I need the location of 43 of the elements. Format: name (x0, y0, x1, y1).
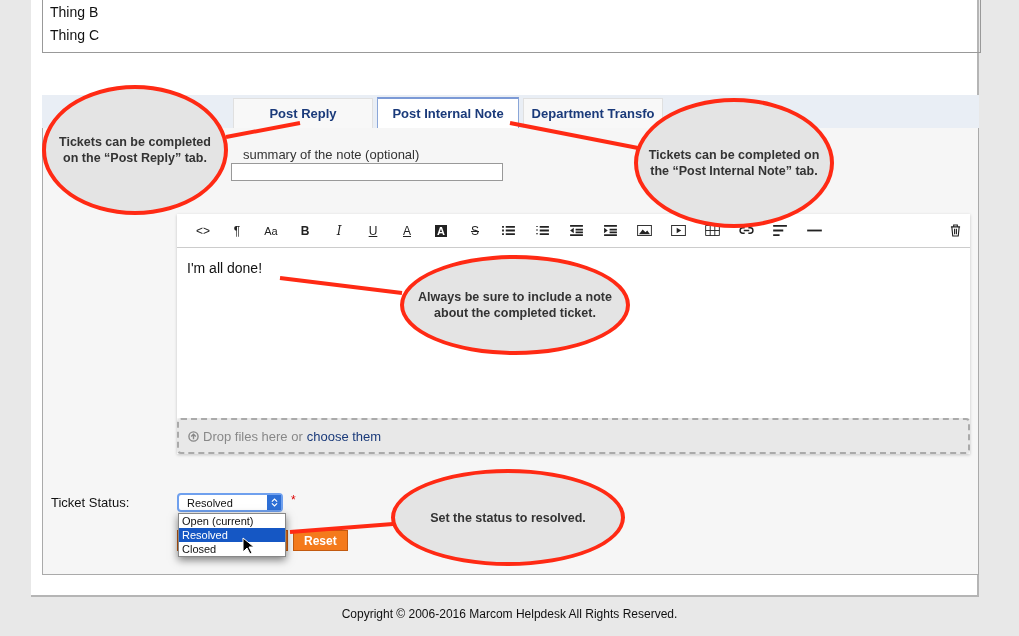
callout-text: Tickets can be completed on the “Post Internal Note” tab. (647, 147, 821, 179)
indent-icon[interactable] (603, 225, 618, 236)
copyright-text: Copyright © 2006-2016 Marcom Helpdesk All Rights Reserved. (340, 607, 679, 621)
list-item[interactable]: Thing B (50, 1, 973, 24)
file-drop-zone[interactable]: Drop files here or choose them (177, 418, 970, 454)
dropdown-option[interactable]: Closed (179, 542, 285, 556)
tab[interactable]: Department Transfo (523, 98, 663, 128)
status-select[interactable]: Resolved (177, 493, 283, 512)
outdent-icon[interactable] (569, 225, 584, 236)
updown-arrows-icon (270, 497, 278, 508)
drop-hint: Drop files here or (203, 428, 303, 444)
font-size-button[interactable]: Aa (254, 224, 288, 237)
background-color-button[interactable]: A (435, 224, 447, 237)
tab[interactable]: Post Reply (233, 98, 373, 128)
editor-text: I'm all done! (187, 260, 263, 276)
font-color-button[interactable]: A (390, 223, 424, 238)
summary-field[interactable] (231, 163, 503, 181)
underline-button[interactable]: U (356, 223, 390, 238)
ticket-status-label: Ticket Status: (51, 495, 131, 510)
format-button[interactable]: ¶ (220, 223, 254, 238)
callout-text: Tickets can be completed on the “Post Reply” tab. (58, 134, 212, 166)
summary-label: summary of the note (optional) (243, 147, 420, 162)
tab[interactable]: Post Internal Note (377, 97, 519, 128)
italic-button[interactable]: I (322, 223, 356, 238)
strikethrough-button[interactable]: S (458, 223, 492, 238)
image-icon[interactable] (637, 225, 652, 236)
choose-files-link[interactable]: choose them (306, 428, 382, 444)
list-item[interactable]: Thing C (50, 24, 973, 47)
format-button[interactable]: <> (186, 223, 220, 238)
bold-button[interactable]: B (288, 223, 322, 238)
video-icon[interactable] (671, 225, 686, 236)
callout-text: Set the status to resolved. (430, 509, 586, 526)
required-mark: * (291, 493, 296, 507)
bullet-list-icon[interactable] (501, 225, 516, 236)
table-icon[interactable] (705, 225, 720, 236)
link-icon[interactable] (739, 225, 754, 236)
align-left-icon[interactable] (773, 225, 788, 236)
numbered-list-icon[interactable] (535, 225, 550, 236)
dropdown-option[interactable]: Resolved (179, 528, 285, 542)
dropdown-option[interactable]: Open (current) (179, 514, 285, 528)
upload-icon (188, 430, 199, 442)
trash-icon[interactable] (950, 224, 961, 237)
callout-text: Always be sure to include a note about the completed ticket. (417, 289, 613, 321)
